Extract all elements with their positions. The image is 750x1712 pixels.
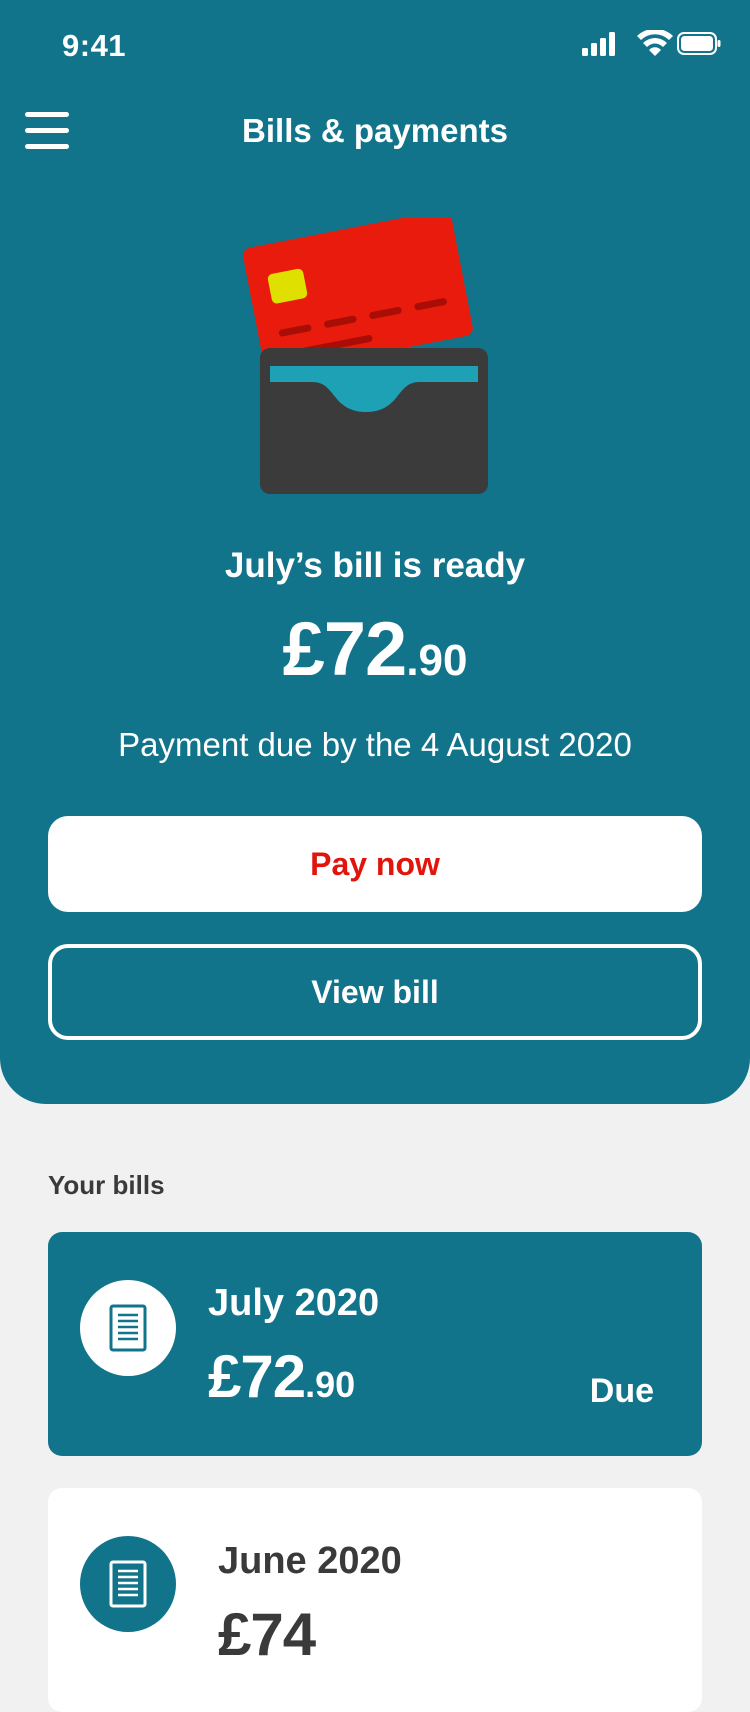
signal-icon xyxy=(582,32,615,56)
bill-ready-heading: July’s bill is ready xyxy=(224,546,526,585)
bill-icon-container xyxy=(80,1536,176,1632)
status-icons xyxy=(582,30,721,56)
bill-amount-minor: .90 xyxy=(406,636,468,685)
battery-icon xyxy=(677,32,721,55)
bill-month: July 2020 xyxy=(208,1282,380,1324)
top-nav: Bills & payments xyxy=(0,100,750,170)
bill-month: June 2020 xyxy=(218,1540,402,1582)
bill-icon-container xyxy=(80,1280,176,1376)
view-bill-button[interactable]: View bill xyxy=(48,944,702,1040)
bill-card-june-2020[interactable]: June 2020 £74 xyxy=(48,1488,702,1712)
pay-now-button[interactable]: Pay now xyxy=(48,816,702,912)
bill-status-badge: Due xyxy=(589,1372,654,1410)
bill-card-july-2020[interactable]: July 2020 £72.90 Due xyxy=(48,1232,702,1456)
payment-due-text: Payment due by the 4 August 2020 xyxy=(118,726,632,763)
status-time: 9:41 xyxy=(62,28,127,63)
bill-summary-panel: 9:41 Bills & payments July’s bill is rea… xyxy=(0,0,750,1104)
status-bar: 9:41 xyxy=(0,0,750,90)
bill-card-amount-major: £74 xyxy=(218,1601,316,1668)
bill-card-amount-major: £72 xyxy=(208,1343,306,1410)
bill-card-amount: £72.90 xyxy=(208,1342,355,1411)
bill-amount: £72.90 xyxy=(0,606,750,693)
bill-card-amount-minor: .90 xyxy=(305,1364,356,1405)
bill-card-amount: £74 xyxy=(218,1600,316,1669)
bill-amount-major: £72 xyxy=(282,607,408,692)
wallet-card-illustration xyxy=(243,218,488,494)
page-title: Bills & payments xyxy=(242,112,508,149)
wallet-icon xyxy=(260,348,488,494)
wifi-icon xyxy=(637,30,673,56)
your-bills-label: Your bills xyxy=(48,1170,165,1200)
document-icon xyxy=(109,1304,147,1352)
document-icon xyxy=(109,1560,147,1608)
